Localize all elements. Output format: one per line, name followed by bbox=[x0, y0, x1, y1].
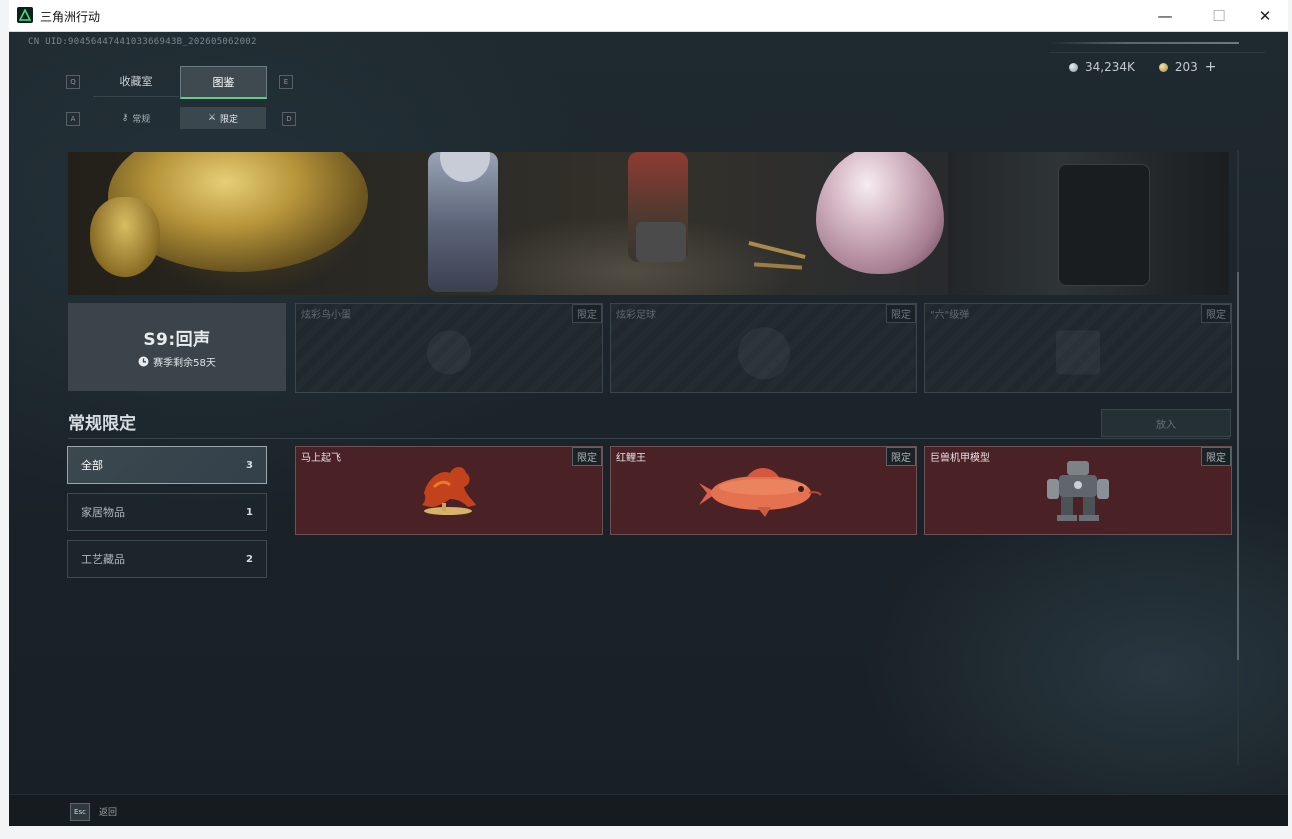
game-window: 三角洲行动 — ☐ ✕ CN UID:9045644744103366943B_… bbox=[9, 0, 1288, 826]
desktop-bottom-edge bbox=[0, 826, 1292, 839]
collection-screen: CN UID:9045644744103366943B_202605062002… bbox=[9, 32, 1288, 826]
back-label[interactable]: 返回 bbox=[99, 805, 117, 818]
gold-coin-icon bbox=[1158, 62, 1168, 72]
category-all[interactable]: 全部 3 bbox=[67, 446, 267, 484]
limited-badge: 限定 bbox=[1201, 304, 1231, 323]
item-card[interactable]: 红鲤王 限定 bbox=[610, 446, 917, 535]
hotkey-sub-prev: A bbox=[66, 112, 80, 126]
bullet-shell bbox=[753, 262, 803, 270]
section-divider bbox=[68, 438, 1230, 439]
put-in-button[interactable]: 放入 bbox=[1101, 409, 1231, 437]
mech-model-icon bbox=[1047, 461, 1109, 521]
tab-regular[interactable]: ⚷ 常规 bbox=[93, 107, 179, 129]
silver-coin-icon bbox=[1069, 62, 1078, 72]
horse-statue-icon bbox=[422, 467, 476, 515]
category-count: 1 bbox=[246, 506, 253, 518]
item-card[interactable]: 马上起飞 限定 bbox=[295, 446, 603, 535]
tab-collection-room[interactable]: 收藏室 bbox=[93, 66, 179, 97]
hotkey-sub-next: D bbox=[282, 112, 296, 126]
gold-amount: 203 bbox=[1174, 60, 1198, 74]
season-card[interactable]: S9:回声 赛季剩余58天 bbox=[68, 303, 286, 391]
clock-icon bbox=[138, 356, 149, 367]
desktop-left-edge bbox=[0, 0, 9, 839]
maximize-button[interactable]: ☐ bbox=[1196, 0, 1242, 31]
add-currency-button[interactable]: + bbox=[1205, 59, 1217, 75]
section-title: 常规限定 bbox=[68, 414, 136, 434]
limited-badge: 限定 bbox=[572, 447, 602, 466]
tab-limited-label: 限定 bbox=[220, 114, 239, 125]
slot-name: 炫彩鸟小蛋 bbox=[301, 310, 351, 321]
close-button[interactable]: ✕ bbox=[1242, 0, 1288, 31]
hotkey-main-prev: Q bbox=[66, 75, 80, 89]
silver-amount: 34,234K bbox=[1085, 60, 1135, 74]
category-count: 2 bbox=[246, 553, 253, 565]
esc-key[interactable]: Esc bbox=[70, 803, 90, 821]
limited-badge: 限定 bbox=[886, 304, 916, 323]
item-card[interactable]: 巨兽机甲模型 限定 bbox=[924, 446, 1232, 535]
tab-limited[interactable]: ⚔ 限定 bbox=[180, 107, 266, 129]
football-icon bbox=[737, 327, 790, 380]
hotkey-main-next: E bbox=[279, 75, 293, 89]
limited-badge: 限定 bbox=[886, 447, 916, 466]
showcase-slot[interactable]: 炫彩足球 限定 bbox=[610, 303, 917, 393]
soldier-boots bbox=[636, 222, 686, 262]
currency-divider bbox=[1049, 42, 1239, 44]
key-icon: ⚷ bbox=[121, 113, 129, 123]
player-uid: CN UID:9045644744103366943B_202605062002 bbox=[28, 37, 257, 47]
category-crafts[interactable]: 工艺藏品 2 bbox=[67, 540, 267, 578]
window-title: 三角洲行动 bbox=[40, 10, 101, 24]
item-name: 红鲤王 bbox=[616, 453, 646, 464]
category-label: 家居物品 bbox=[81, 506, 125, 519]
season-title: S9:回声 bbox=[143, 330, 211, 350]
category-count: 3 bbox=[246, 459, 253, 471]
metal-case-panel bbox=[1058, 164, 1150, 286]
bird-icon bbox=[427, 330, 471, 375]
golden-dragon-head bbox=[90, 197, 160, 277]
scrollbar-thumb[interactable] bbox=[1237, 272, 1239, 660]
carp-icon bbox=[699, 468, 822, 517]
category-label: 工艺藏品 bbox=[81, 553, 125, 566]
showcase-slot[interactable]: 炫彩鸟小蛋 限定 bbox=[295, 303, 603, 393]
season-banner-image bbox=[68, 152, 1229, 295]
item-name: 巨兽机甲模型 bbox=[930, 453, 990, 464]
slot-name: 炫彩足球 bbox=[616, 310, 656, 321]
ammo-icon bbox=[1056, 330, 1100, 375]
tab-catalog[interactable]: 图鉴 bbox=[180, 66, 267, 99]
season-remaining: 赛季剩余58天 bbox=[138, 354, 216, 369]
currency-bar: 34,234K 203 + bbox=[1049, 52, 1265, 81]
item-name: 马上起飞 bbox=[301, 453, 341, 464]
limited-badge: 限定 bbox=[572, 304, 602, 323]
category-home-items[interactable]: 家居物品 1 bbox=[67, 493, 267, 531]
window-titlebar[interactable]: 三角洲行动 — ☐ ✕ bbox=[9, 0, 1288, 32]
tab-regular-label: 常规 bbox=[132, 114, 151, 125]
category-label: 全部 bbox=[81, 459, 103, 472]
limited-badge: 限定 bbox=[1201, 447, 1231, 466]
slot-name: "六"级弹 bbox=[930, 310, 970, 321]
pearl-egg bbox=[816, 152, 944, 274]
minimize-button[interactable]: — bbox=[1142, 0, 1188, 31]
crossed-swords-icon: ⚔ bbox=[207, 113, 217, 123]
bottom-bar: Esc 返回 bbox=[9, 794, 1288, 826]
desktop-right-edge bbox=[1288, 0, 1292, 839]
showcase-slot[interactable]: "六"级弹 限定 bbox=[924, 303, 1232, 393]
season-remaining-label: 赛季剩余58天 bbox=[153, 358, 216, 369]
bullet-shell bbox=[748, 241, 806, 259]
app-logo-icon bbox=[17, 7, 33, 23]
